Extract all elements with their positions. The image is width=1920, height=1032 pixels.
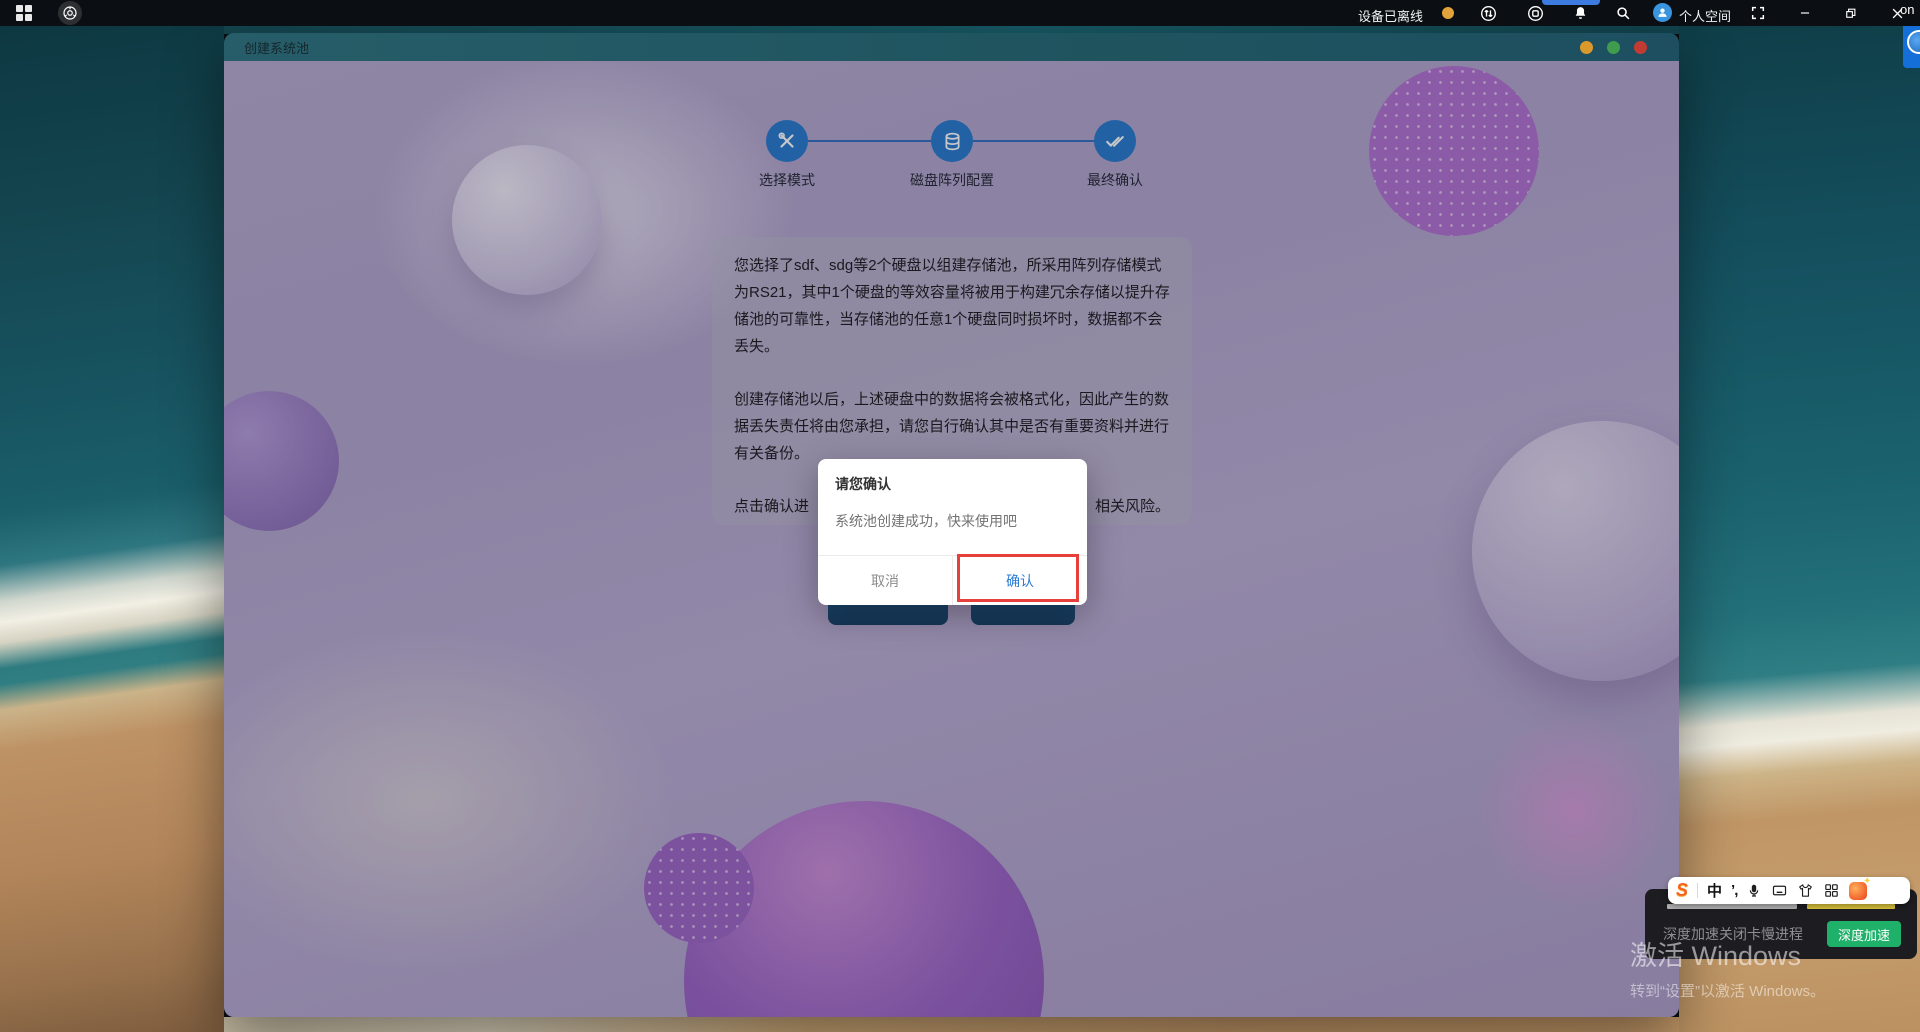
voice-input-icon[interactable] <box>1746 883 1762 899</box>
search-icon[interactable] <box>1611 1 1635 25</box>
edge-text-fragment: on <box>1900 2 1914 17</box>
wallpaper-bottom <box>224 1017 1679 1032</box>
window-titlebar[interactable]: 创建系统池 <box>224 33 1679 61</box>
taskbar: 设备已离线 <box>0 0 1920 26</box>
watermark-line1: 激活 Windows <box>1630 934 1825 973</box>
edge-widget-logo-icon <box>1907 30 1920 54</box>
status-dot <box>1442 7 1454 19</box>
wallpaper-left <box>0 26 224 1032</box>
desktop: 设备已离线 <box>0 0 1920 1032</box>
soft-keyboard-icon[interactable] <box>1771 882 1788 899</box>
ime-language-mode[interactable]: 中 <box>1707 880 1722 901</box>
close-light-button[interactable] <box>1634 41 1647 54</box>
ime-toolbar: S 中 ’, ✦ <box>1668 877 1910 904</box>
punctuation-mode-icon[interactable]: ’, <box>1731 882 1737 899</box>
edge-floating-widget[interactable] <box>1903 20 1920 68</box>
ime-apps-grid-icon[interactable] <box>1823 882 1840 899</box>
minimize-light-button[interactable] <box>1580 41 1593 54</box>
create-system-pool-window: 创建系统池 <box>224 33 1679 1017</box>
ime-emoji-icon[interactable]: ✦ <box>1849 882 1867 900</box>
maximize-icon[interactable] <box>1838 1 1862 25</box>
personal-space-label[interactable]: 个人空间 <box>1679 6 1731 25</box>
maximize-light-button[interactable] <box>1607 41 1620 54</box>
watermark-line2: 转到“设置”以激活 Windows。 <box>1630 980 1825 1001</box>
minimize-icon[interactable] <box>1793 1 1817 25</box>
confirm-highlight-annotation <box>957 554 1079 602</box>
dialog-title: 请您确认 <box>835 474 891 494</box>
device-status-label: 设备已离线 <box>1358 6 1423 25</box>
fullscreen-icon[interactable] <box>1746 1 1770 25</box>
window-title: 创建系统池 <box>244 38 309 57</box>
booster-accelerate-button[interactable]: 深度加速 <box>1827 921 1901 947</box>
sogou-logo-icon[interactable]: S <box>1676 880 1688 901</box>
dialog-cancel-button[interactable]: 取消 <box>818 556 953 605</box>
hidden-panel-tab[interactable] <box>1542 0 1600 5</box>
activate-windows-watermark: 激活 Windows 转到“设置”以激活 Windows。 <box>1630 934 1825 1001</box>
user-avatar[interactable] <box>1653 3 1672 22</box>
dialog-message: 系统池创建成功，快来使用吧 <box>835 511 1017 531</box>
app-launcher-icon[interactable] <box>58 1 82 25</box>
skin-icon[interactable] <box>1797 882 1814 899</box>
start-menu-icon[interactable] <box>16 5 32 21</box>
transfer-icon[interactable] <box>1476 1 1500 25</box>
ime-divider <box>1697 883 1698 898</box>
